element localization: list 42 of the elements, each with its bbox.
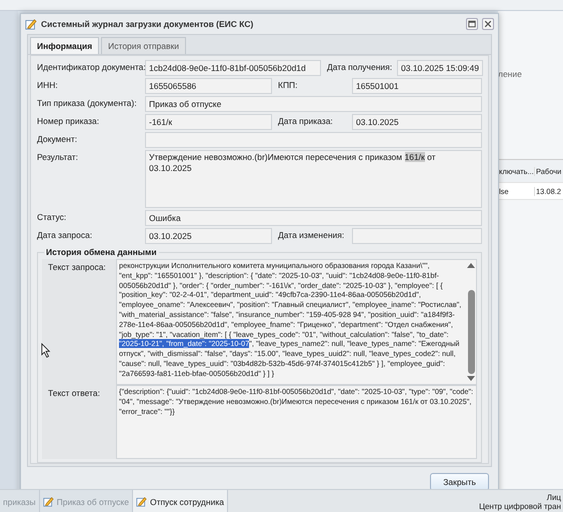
field-label: КПП: [277, 79, 299, 90]
field-label: Результат: [37, 151, 80, 162]
field-label: Дата приказа: [277, 115, 334, 126]
input-field[interactable]: Ошибка [145, 210, 482, 226]
field-label: Текст запроса: [48, 262, 106, 272]
taskbar-tab[interactable]: Отпуск сотрудника [132, 490, 228, 512]
scroll-up-icon[interactable] [467, 262, 475, 268]
maximize-button[interactable] [466, 18, 478, 30]
field-label: ИНН: [37, 79, 59, 90]
input-field[interactable]: 1cb24d08-9e0e-11f0-81bf-005056b20d1d [145, 60, 321, 76]
field-label: Документ: [37, 133, 78, 144]
pointer-cursor-icon [41, 343, 51, 358]
window-title: Системный журнал загрузки документов (ЕИС КС) [41, 19, 254, 29]
field-label: Текст ответа: [48, 388, 100, 398]
input-field[interactable]: 03.10.2025 [352, 114, 482, 130]
input-field[interactable]: -161/к [145, 114, 272, 130]
field-label: Идентификатор документа: [37, 61, 143, 72]
result-field[interactable]: Утверждение невозможно.(br)Имеются пересечения с приказом 161/к от 03.10.2025 [145, 150, 482, 208]
input-field[interactable]: 03.10.2025 [145, 228, 272, 244]
status-text: Центр цифровой тран [479, 502, 561, 510]
field-label: Дата изменения: [277, 229, 346, 240]
field-label: Номер приказа: [37, 115, 100, 126]
tab[interactable]: История отправки [101, 37, 186, 54]
input-field[interactable]: 1655065586 [145, 78, 272, 94]
close-button[interactable] [482, 18, 494, 30]
input-field[interactable] [352, 228, 482, 244]
field-label: Тип приказа (документа): [37, 97, 138, 108]
menu-item[interactable]: ление [498, 69, 563, 79]
field-label: Дата запроса: [37, 229, 94, 240]
field-label: Дата получения: [326, 61, 394, 72]
note-pencil-icon [42, 496, 54, 507]
note-pencil-icon [25, 18, 37, 30]
input-field[interactable]: Приказ об отпуске [145, 96, 482, 112]
input-field[interactable]: 03.10.2025 15:09:49 [397, 60, 483, 76]
field-label: Статус: [37, 211, 68, 222]
status-text: Лиц [546, 492, 561, 502]
input-field[interactable]: 165501001 [352, 78, 482, 94]
input-field[interactable] [145, 132, 482, 148]
scroll-down-icon[interactable] [467, 376, 475, 382]
note-pencil-icon [136, 496, 147, 507]
section-title: История обмена данными [44, 247, 159, 257]
tab[interactable]: Информация [30, 37, 100, 54]
